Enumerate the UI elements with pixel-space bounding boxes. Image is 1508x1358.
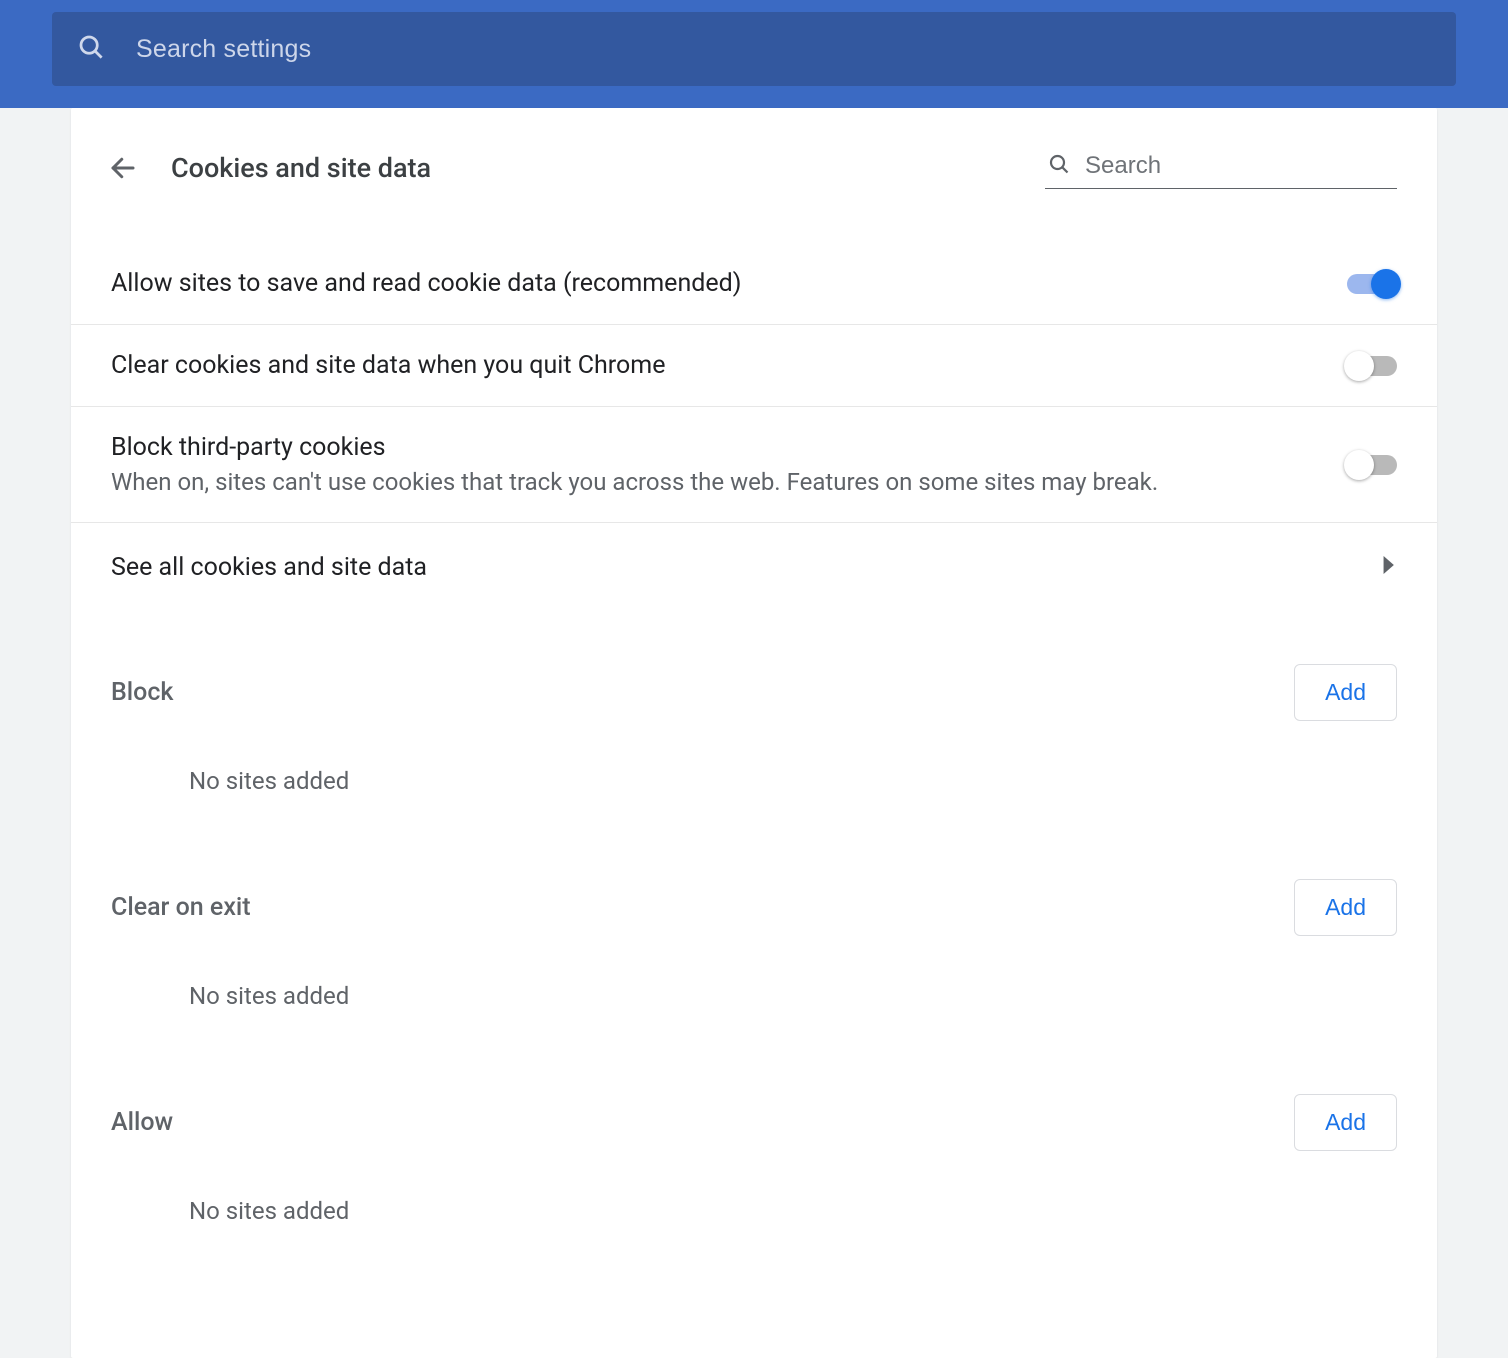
- card-header: Cookies and site data: [71, 108, 1437, 227]
- add-block-button[interactable]: Add: [1294, 664, 1397, 721]
- section-title: Allow: [111, 1108, 173, 1137]
- settings-card: Cookies and site data Allow sites to sav…: [71, 108, 1437, 1358]
- row-description: When on, sites can't use cookies that tr…: [111, 468, 1327, 496]
- row-block-third-party: Block third-party cookies When on, sites…: [71, 406, 1437, 522]
- section-title: Clear on exit: [111, 893, 251, 922]
- row-label: See all cookies and site data: [111, 553, 1383, 582]
- row-allow-cookies: Allow sites to save and read cookie data…: [71, 227, 1437, 324]
- inline-search[interactable]: [1045, 146, 1397, 189]
- topbar: [0, 0, 1508, 108]
- add-clear-exit-button[interactable]: Add: [1294, 879, 1397, 936]
- section-title: Block: [111, 678, 173, 707]
- topbar-search-input[interactable]: [136, 35, 1432, 64]
- back-button[interactable]: [105, 150, 141, 186]
- empty-clear-exit-note: No sites added: [111, 948, 1397, 1052]
- toggle-clear-on-quit[interactable]: [1347, 356, 1397, 376]
- search-icon: [76, 32, 106, 66]
- arrow-left-icon: [108, 153, 138, 183]
- section-allow: Allow Add No sites added: [71, 1052, 1437, 1267]
- empty-allow-note: No sites added: [111, 1163, 1397, 1267]
- empty-block-note: No sites added: [111, 733, 1397, 837]
- page-title: Cookies and site data: [171, 152, 431, 184]
- topbar-search-container[interactable]: [52, 12, 1456, 86]
- row-label: Allow sites to save and read cookie data…: [111, 269, 1327, 298]
- chevron-right-icon: [1383, 556, 1397, 579]
- toggle-allow-cookies[interactable]: [1347, 274, 1397, 294]
- section-clear-on-exit: Clear on exit Add No sites added: [71, 837, 1437, 1052]
- inline-search-input[interactable]: [1085, 152, 1395, 180]
- row-see-all-cookies[interactable]: See all cookies and site data: [71, 522, 1437, 622]
- row-clear-on-quit: Clear cookies and site data when you qui…: [71, 324, 1437, 406]
- search-icon: [1047, 152, 1071, 180]
- section-block: Block Add No sites added: [71, 622, 1437, 837]
- add-allow-button[interactable]: Add: [1294, 1094, 1397, 1151]
- toggle-block-third-party[interactable]: [1347, 455, 1397, 475]
- row-label: Block third-party cookies: [111, 433, 1327, 462]
- row-label: Clear cookies and site data when you qui…: [111, 351, 1327, 380]
